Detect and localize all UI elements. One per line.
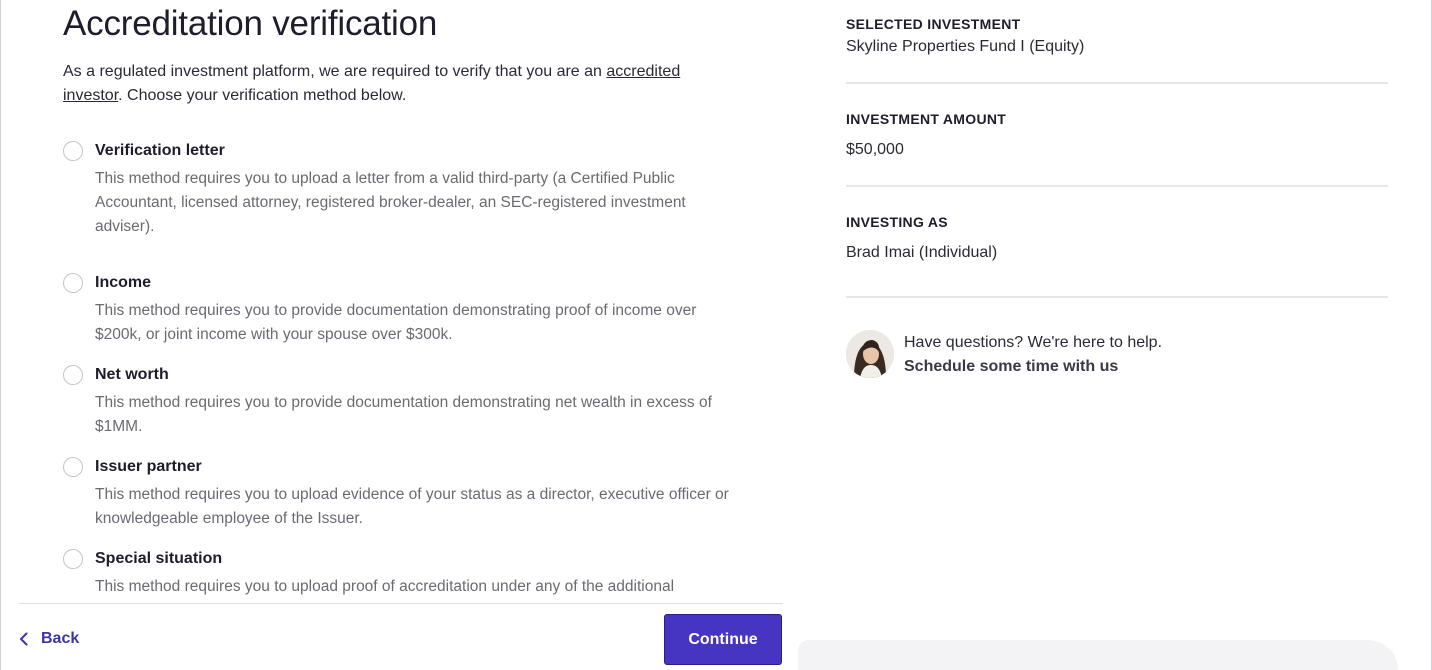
back-label: Back — [41, 630, 80, 647]
radio-issuer-partner[interactable] — [63, 457, 83, 477]
option-title: Special situation — [95, 550, 223, 567]
radio-verification-letter[interactable] — [63, 141, 83, 161]
investing-as-label: INVESTING AS — [846, 214, 948, 230]
intro-text: As a regulated investment platform, we a… — [63, 60, 743, 108]
intro-prefix: As a regulated investment platform, we a… — [63, 63, 607, 80]
verification-panel: Accreditation verification As a regulate… — [63, 0, 753, 600]
summary-divider — [846, 185, 1388, 187]
option-description: This method requires you to upload a let… — [95, 170, 686, 235]
option-description: This method requires you to upload evide… — [95, 486, 729, 527]
intro-suffix: . Choose your verification method below. — [118, 87, 407, 104]
option-title: Net worth — [95, 366, 169, 383]
chevron-left-icon — [19, 632, 29, 646]
selected-investment-value: Skyline Properties Fund I (Equity) — [846, 38, 1085, 55]
continue-button[interactable]: Continue — [664, 614, 782, 665]
footer-divider — [19, 603, 783, 604]
radio-special-situation[interactable] — [63, 549, 83, 569]
investment-summary: SELECTED INVESTMENT Skyline Properties F… — [846, 0, 1388, 420]
advisor-avatar — [846, 330, 894, 378]
help-section: Have questions? We're here to help. Sche… — [846, 330, 1388, 380]
option-description: This method requires you to provide docu… — [95, 394, 712, 435]
radio-net-worth[interactable] — [63, 365, 83, 385]
page-title: Accreditation verification — [63, 4, 438, 43]
option-description: This method requires you to provide docu… — [95, 302, 697, 343]
selected-investment-label: SELECTED INVESTMENT — [846, 16, 1021, 32]
footer-shade — [798, 640, 1398, 670]
investment-amount-value: $50,000 — [846, 141, 904, 158]
investing-as-value: Brad Imai (Individual) — [846, 244, 998, 261]
radio-income[interactable] — [63, 273, 83, 293]
back-button[interactable]: Back — [19, 624, 79, 654]
option-title: Issuer partner — [95, 458, 202, 475]
app-frame: Accreditation verification As a regulate… — [0, 0, 1432, 670]
summary-divider — [846, 296, 1388, 298]
investment-amount-label: INVESTMENT AMOUNT — [846, 111, 1007, 127]
option-description: This method requires you to upload proof… — [95, 578, 675, 595]
summary-divider — [846, 82, 1388, 84]
option-title: Verification letter — [95, 142, 225, 159]
schedule-link[interactable]: Schedule some time with us — [904, 355, 1118, 379]
option-title: Income — [95, 274, 152, 291]
help-text: Have questions? We're here to help. — [904, 334, 1163, 351]
